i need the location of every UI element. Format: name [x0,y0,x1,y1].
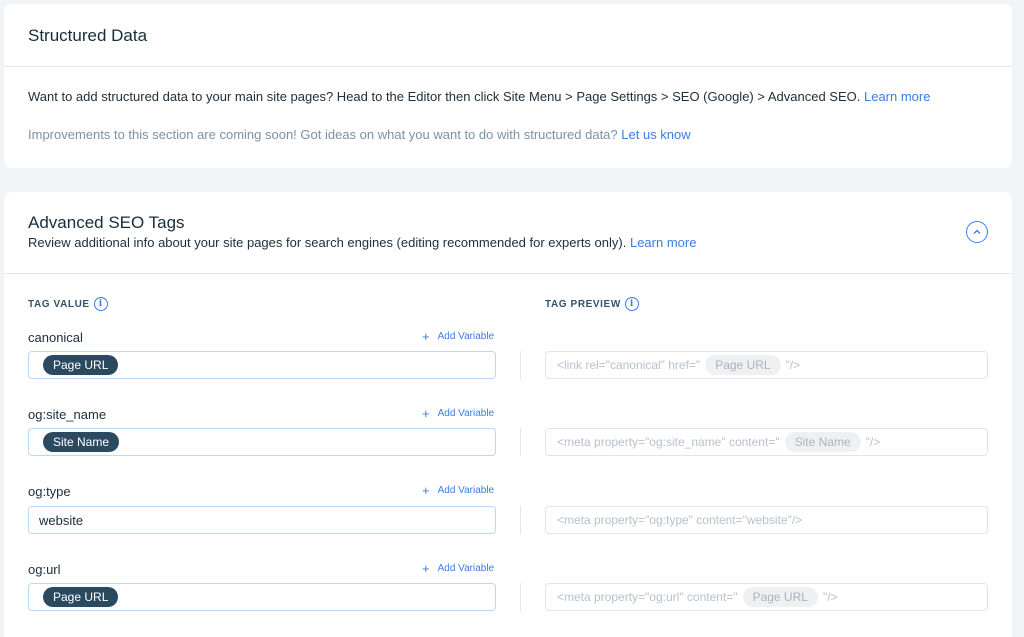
preview-chip: Page URL [705,355,781,375]
page-url-chip[interactable]: Page URL [43,587,119,607]
add-variable-button[interactable]: + Add Variable [422,328,495,344]
plus-icon: + [422,560,430,576]
tag-label-og-url: og:url [28,562,61,577]
advanced-seo-subtitle: Review additional info about your site p… [28,235,696,250]
info-icon[interactable]: i [93,297,108,311]
divider [4,273,1012,274]
site-name-chip[interactable]: Site Name [43,432,120,452]
add-variable-label: Add Variable [437,563,495,574]
preview-suffix: "/> [865,435,881,449]
column-separator [520,506,521,534]
improvements-note: Improvements to this section are coming … [28,127,691,142]
canonical-value-input[interactable]: Page URL [28,351,496,379]
og-site-name-preview: <meta property="og:site_name" content=" … [545,428,988,456]
og-url-value-input[interactable]: Page URL [28,583,496,611]
add-variable-label: Add Variable [437,485,495,496]
subtitle-text: Review additional info about your site p… [28,235,627,250]
tag-value-header: TAG VALUE i [28,297,108,311]
preview-suffix: "/> [785,358,801,372]
preview-suffix: "/> [822,590,838,604]
tag-label-og-type: og:type [28,484,71,499]
tag-value-header-label: TAG VALUE [28,298,90,310]
tag-label-og-site-name: og:site_name [28,407,107,422]
column-separator [520,583,521,611]
learn-more-link[interactable]: Learn more [864,89,930,104]
description-text: Want to add structured data to your main… [28,89,861,104]
collapse-button[interactable] [966,221,988,243]
column-separator [520,428,521,456]
preview-prefix: <link rel="canonical" href=" [557,358,701,372]
add-variable-button[interactable]: + Add Variable [422,560,495,576]
learn-more-link[interactable]: Learn more [630,235,696,250]
preview-prefix: <meta property="og:site_name" content=" [557,435,780,449]
add-variable-label: Add Variable [437,331,495,342]
structured-data-title: Structured Data [28,26,148,45]
og-site-name-value-input[interactable]: Site Name [28,428,496,456]
column-separator [520,351,521,379]
let-us-know-link[interactable]: Let us know [621,127,690,142]
plus-icon: + [422,405,430,421]
add-variable-button[interactable]: + Add Variable [422,405,495,421]
add-variable-button[interactable]: + Add Variable [422,482,495,498]
plus-icon: + [422,482,430,498]
preview-prefix: <meta property="og:url" content=" [557,590,738,604]
tag-preview-header-label: TAG PREVIEW [545,298,621,310]
og-url-preview: <meta property="og:url" content=" Page U… [545,583,988,611]
preview-chip: Site Name [784,432,861,452]
og-type-value: website [39,512,84,528]
divider [4,66,1012,67]
structured-data-description: Want to add structured data to your main… [28,89,930,104]
structured-data-card: Structured Data Want to add structured d… [4,4,1012,168]
tag-preview-header: TAG PREVIEW i [545,297,639,311]
advanced-seo-title: Advanced SEO Tags [28,213,185,232]
plus-icon: + [422,328,430,344]
advanced-seo-card: Advanced SEO Tags Review additional info… [4,192,1012,637]
tag-label-canonical: canonical [28,330,83,345]
canonical-preview: <link rel="canonical" href=" Page URL "/… [545,351,988,379]
add-variable-label: Add Variable [437,408,495,419]
preview-text: <meta property="og:type" content="websit… [557,513,803,527]
og-type-preview: <meta property="og:type" content="websit… [545,506,988,534]
preview-chip: Page URL [742,587,818,607]
page-url-chip[interactable]: Page URL [43,355,119,375]
chevron-up-icon [973,229,981,234]
improvements-text: Improvements to this section are coming … [28,127,618,142]
og-type-value-input[interactable]: website [28,506,496,534]
info-icon[interactable]: i [624,297,639,311]
